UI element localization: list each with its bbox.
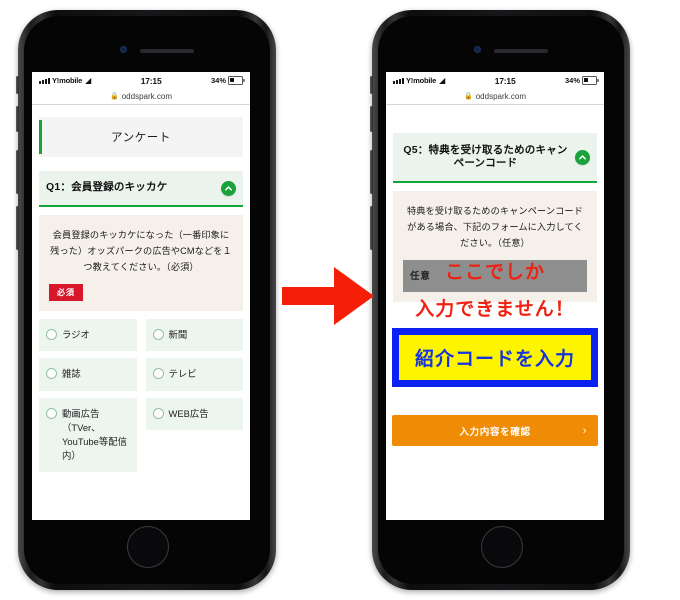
page-content-left: アンケート Q1：会員登録のキッカケ 会員登録のキッカケになった（一番印象に残っ…	[32, 105, 250, 520]
question-body-q5: 特典を受け取るためのキャンペーンコードがある場合、下記のフォームに入力してくださ…	[393, 191, 597, 303]
screen-left: Y!mobile ◢ 17:15 34% 🔒 oddspark.com アンケー…	[32, 72, 250, 520]
campaign-code-input[interactable]: 紹介コードを入力	[399, 335, 591, 381]
campaign-code-input-highlight: 紹介コードを入力	[392, 328, 598, 388]
battery-icon	[582, 76, 599, 85]
option-radio-item[interactable]: 新聞	[145, 319, 243, 352]
option-label: 動画広告（TVer、YouTube等配信内）	[62, 407, 127, 461]
option-label: WEB広告	[168, 407, 209, 419]
page-top-spacer	[386, 105, 604, 119]
radio-button-icon[interactable]	[152, 407, 164, 419]
volume-down-button-right[interactable]	[370, 150, 373, 194]
home-button-right[interactable]	[481, 526, 523, 568]
radio-button-icon[interactable]	[46, 329, 57, 341]
front-camera-icon-right	[474, 46, 481, 53]
question-header-q5[interactable]: Q5：特典を受け取るためのキャンペーンコード	[393, 133, 597, 183]
confirm-button-label: 入力内容を確認	[459, 426, 531, 438]
option-radio-item[interactable]: 雑誌	[39, 358, 137, 391]
status-bar-left-group: Y!mobile ◢	[39, 76, 91, 85]
front-camera-icon-left	[120, 46, 127, 53]
carrier-label: Y!mobile	[406, 76, 437, 85]
confirm-button-wrapper: 入力内容を確認 ›	[386, 415, 604, 447]
phone-device-right: Y!mobile ◢ 17:15 34% 🔒 oddspark.com Q5：特…	[370, 10, 630, 590]
page-content-right: Q5：特典を受け取るためのキャンペーンコード 特典を受け取るためのキャンペーンコ…	[386, 105, 604, 520]
battery-icon	[228, 76, 245, 85]
option-label: テレビ	[168, 368, 197, 380]
status-bar-right-group: 34%	[210, 76, 245, 85]
radio-button-icon[interactable]	[46, 407, 57, 419]
option-label: 新聞	[168, 329, 188, 341]
option-label: ラジオ	[62, 329, 90, 341]
green-accent-bar	[39, 120, 42, 154]
survey-title-label: アンケート	[110, 132, 172, 144]
question-header-q1[interactable]: Q1：会員登録のキッカケ	[39, 171, 243, 207]
battery-percent-label: 34%	[210, 76, 226, 85]
optional-badge: 任意	[403, 260, 587, 293]
chevron-up-icon[interactable]	[221, 180, 236, 196]
question-heading-label: Q5：特典を受け取るためのキャンペーンコード	[403, 143, 568, 169]
url-label: oddspark.com	[475, 91, 526, 101]
status-bar-left-group: Y!mobile ◢	[393, 76, 445, 85]
survey-title-banner: アンケート	[39, 117, 243, 157]
lock-icon: 🔒	[464, 93, 473, 100]
option-radio-item[interactable]: 動画広告（TVer、YouTube等配信内）	[39, 397, 137, 472]
phone-device-left: Y!mobile ◢ 17:15 34% 🔒 oddspark.com アンケー…	[16, 10, 276, 590]
side-button-left[interactable]	[16, 206, 19, 250]
option-radio-item[interactable]: テレビ	[145, 358, 243, 391]
question-description-label: 特典を受け取るためのキャンペーンコードがある場合、下記のフォームに入力してくださ…	[406, 206, 583, 249]
answer-options-list: ラジオ 新聞 雑誌 テレビ 動画広告（TVer、YouTube等配信内） WEB…	[39, 319, 243, 472]
question-description-label: 会員登録のキッカケになった（一番印象に残った）オッズパークの広告やCMなどを１つ…	[50, 230, 232, 273]
mute-switch-left[interactable]	[16, 76, 19, 94]
status-bar-right-group: 34%	[564, 76, 599, 85]
home-button-left[interactable]	[127, 526, 169, 568]
carrier-label: Y!mobile	[52, 76, 83, 85]
confirm-button[interactable]: 入力内容を確認 ›	[392, 415, 598, 447]
earpiece-speaker-right	[494, 49, 548, 53]
screen-right: Y!mobile ◢ 17:15 34% 🔒 oddspark.com Q5：特…	[386, 72, 604, 520]
required-badge: 必須	[49, 284, 83, 302]
volume-up-button-right[interactable]	[370, 106, 373, 132]
chevron-up-icon[interactable]	[575, 149, 590, 165]
lock-icon: 🔒	[110, 93, 119, 100]
status-bar-left: Y!mobile ◢ 17:15 34%	[32, 72, 250, 88]
campaign-code-input-label: 紹介コードを入力	[414, 349, 575, 371]
screenshot-stage: Y!mobile ◢ 17:15 34% 🔒 oddspark.com アンケー…	[0, 0, 680, 600]
option-radio-item[interactable]: ラジオ	[39, 319, 137, 352]
option-label: 雑誌	[62, 368, 81, 380]
signal-strength-icon	[393, 77, 404, 84]
volume-down-button-left[interactable]	[16, 150, 19, 194]
volume-up-button-left[interactable]	[16, 106, 19, 132]
radio-button-icon[interactable]	[152, 368, 164, 380]
question-heading-label: Q1：会員登録のキッカケ	[46, 181, 168, 194]
right-arrow-icon	[282, 265, 374, 327]
battery-percent-label: 34%	[564, 76, 580, 85]
clock-label: 17:15	[140, 75, 162, 86]
status-bar-right: Y!mobile ◢ 17:15 34%	[386, 72, 604, 88]
chevron-right-icon: ›	[582, 424, 587, 437]
mute-switch-right[interactable]	[370, 76, 373, 94]
radio-button-icon[interactable]	[46, 368, 57, 380]
browser-url-bar-right[interactable]: 🔒 oddspark.com	[386, 88, 604, 105]
side-button-right[interactable]	[370, 206, 373, 250]
option-radio-item[interactable]: WEB広告	[145, 397, 243, 430]
content-gap	[386, 302, 604, 325]
question-body-q1: 会員登録のキッカケになった（一番印象に残った）オッズパークの広告やCMなどを１つ…	[39, 215, 243, 312]
earpiece-speaker-left	[140, 49, 194, 53]
url-label: oddspark.com	[121, 91, 172, 101]
clock-label: 17:15	[494, 75, 516, 86]
signal-strength-icon	[39, 77, 50, 84]
browser-url-bar-left[interactable]: 🔒 oddspark.com	[32, 88, 250, 105]
radio-button-icon[interactable]	[152, 329, 164, 341]
